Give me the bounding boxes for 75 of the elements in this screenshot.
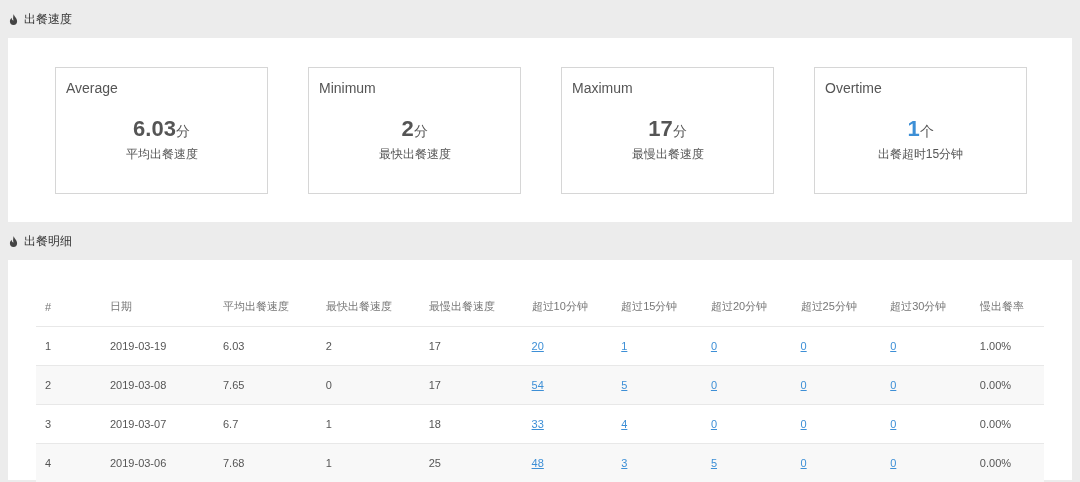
table-cell: 1 <box>45 340 52 352</box>
table-cell: 17 <box>428 340 441 352</box>
table-cell: 2019-03-08 <box>110 379 167 391</box>
table-cell: 17 <box>428 379 441 391</box>
stat-label: Average <box>66 79 118 96</box>
stat-label: Overtime <box>825 79 882 96</box>
stat-unit: 个 <box>919 122 934 141</box>
stat-caption: 最慢出餐速度 <box>631 145 704 163</box>
count-link[interactable]: 48 <box>531 457 544 469</box>
table-cell: 2019-03-07 <box>110 418 167 430</box>
column-header: # <box>45 300 52 313</box>
stat-caption: 最快出餐速度 <box>378 145 451 163</box>
table-cell: 0 <box>325 379 332 391</box>
table-cell: 7.65 <box>223 379 245 391</box>
flame-icon <box>9 235 18 247</box>
stat-unit: 分 <box>175 122 190 141</box>
count-link[interactable]: 0 <box>890 457 897 469</box>
table-cell: 1.00% <box>979 340 1012 352</box>
count-link[interactable]: 33 <box>531 418 544 430</box>
table-cell: 2019-03-19 <box>110 340 167 352</box>
flame-icon <box>9 13 18 25</box>
count-link[interactable]: 0 <box>890 340 897 352</box>
stat-label: Maximum <box>572 79 633 96</box>
column-header: 平均出餐速度 <box>223 300 289 312</box>
stat-value: 17 <box>648 115 673 142</box>
table-cell: 7.68 <box>223 457 245 469</box>
table-cell: 6.03 <box>223 340 245 352</box>
count-link[interactable]: 0 <box>800 418 807 430</box>
count-link[interactable]: 0 <box>710 379 717 391</box>
table-cell: 1 <box>325 457 332 469</box>
count-link[interactable]: 4 <box>621 418 628 430</box>
table-cell: 4 <box>45 457 52 469</box>
count-link[interactable]: 0 <box>890 418 897 430</box>
count-link[interactable]: 0 <box>800 340 807 352</box>
table-cell: 2 <box>45 379 52 391</box>
table-cell: 2019-03-06 <box>110 457 167 469</box>
count-link[interactable]: 54 <box>531 379 544 391</box>
table-cell: 0.00% <box>979 418 1012 430</box>
stat-value: 2 <box>401 115 414 142</box>
count-link[interactable]: 0 <box>710 340 717 352</box>
table-cell: 0.00% <box>979 379 1012 391</box>
section-title: 出餐明细 <box>24 232 72 250</box>
stat-unit: 分 <box>413 122 428 141</box>
count-link[interactable]: 3 <box>621 457 628 469</box>
table-cell: 25 <box>428 457 441 469</box>
stat-unit: 分 <box>672 122 687 141</box>
section-title: 出餐速度 <box>24 10 72 28</box>
table-cell: 0.00% <box>979 457 1012 469</box>
table-cell: 3 <box>45 418 52 430</box>
count-link[interactable]: 0 <box>890 379 897 391</box>
count-link[interactable]: 5 <box>710 457 717 469</box>
count-link[interactable]: 1 <box>621 340 628 352</box>
column-header: 超过20分钟 <box>710 300 768 312</box>
column-header: 最快出餐速度 <box>325 300 392 312</box>
column-header: 超过25分钟 <box>800 300 857 312</box>
count-link[interactable]: 0 <box>800 379 807 391</box>
column-header: 慢出餐率 <box>979 300 1024 312</box>
stat-value: 1 <box>907 115 920 142</box>
count-link[interactable]: 0 <box>710 418 717 430</box>
stat-caption: 平均出餐速度 <box>125 145 198 163</box>
stat-label: Minimum <box>319 79 376 96</box>
column-header: 日期 <box>110 300 132 312</box>
count-link[interactable]: 0 <box>800 457 807 469</box>
table-cell: 1 <box>325 418 332 430</box>
column-header: 超过10分钟 <box>531 300 588 312</box>
column-header: 最慢出餐速度 <box>428 300 495 312</box>
stat-value: 6.03 <box>133 115 176 142</box>
column-header: 超过15分钟 <box>621 300 678 312</box>
count-link[interactable]: 5 <box>621 379 628 391</box>
column-header: 超过30分钟 <box>890 300 947 312</box>
count-link[interactable]: 20 <box>531 340 544 352</box>
table-cell: 18 <box>428 418 441 430</box>
table-cell: 6.7 <box>223 418 239 430</box>
stat-caption: 出餐超时15分钟 <box>877 145 964 163</box>
table-cell: 2 <box>325 340 332 352</box>
